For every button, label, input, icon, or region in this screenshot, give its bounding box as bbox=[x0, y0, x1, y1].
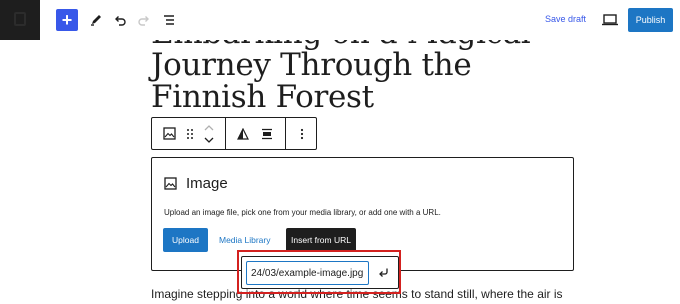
move-down-icon bbox=[204, 137, 214, 143]
drag-handle[interactable] bbox=[182, 118, 198, 149]
preview-button[interactable] bbox=[601, 12, 619, 28]
drag-handle-icon bbox=[187, 128, 193, 139]
duotone-icon bbox=[237, 127, 249, 140]
preview-icon bbox=[602, 14, 618, 26]
move-up-icon bbox=[204, 124, 214, 130]
undo-button[interactable] bbox=[109, 9, 131, 31]
wordpress-logo-icon[interactable] bbox=[0, 0, 40, 40]
align-icon bbox=[262, 128, 272, 139]
tools-button[interactable] bbox=[85, 9, 107, 31]
toolbar-divider bbox=[285, 118, 286, 149]
plus-icon: + bbox=[61, 9, 73, 30]
upload-button[interactable]: Upload bbox=[163, 228, 208, 252]
image-icon bbox=[164, 177, 177, 190]
image-block-header: Image bbox=[164, 175, 228, 192]
image-block-placeholder[interactable]: Image Upload an image file, pick one fro… bbox=[151, 157, 574, 271]
duotone-button[interactable] bbox=[232, 118, 254, 149]
image-block-title: Image bbox=[186, 175, 228, 192]
url-popover bbox=[241, 256, 399, 289]
editor-header: + Save draft Publish bbox=[0, 0, 680, 40]
align-button[interactable] bbox=[256, 118, 278, 149]
redo-icon bbox=[138, 16, 149, 26]
undo-icon bbox=[115, 16, 126, 26]
enter-icon bbox=[379, 268, 388, 277]
block-inserter-button[interactable]: + bbox=[56, 9, 78, 31]
pencil-icon bbox=[91, 15, 101, 26]
block-type-button[interactable] bbox=[156, 118, 182, 149]
post-title[interactable]: Embarking on a Magical Journey Through t… bbox=[151, 40, 571, 113]
block-toolbar bbox=[151, 117, 317, 150]
save-draft-button[interactable]: Save draft bbox=[545, 14, 586, 24]
media-library-button[interactable]: Media Library bbox=[219, 228, 271, 252]
move-up-button[interactable] bbox=[200, 120, 218, 134]
redo-button[interactable] bbox=[133, 9, 155, 31]
post-paragraph[interactable]: Imagine stepping into a world where time… bbox=[151, 287, 563, 301]
more-options-button[interactable] bbox=[290, 118, 314, 149]
more-options-icon bbox=[300, 128, 304, 139]
insert-from-url-button[interactable]: Insert from URL bbox=[286, 228, 356, 252]
toolbar-divider bbox=[225, 118, 226, 149]
image-url-input[interactable] bbox=[246, 261, 369, 285]
list-view-button[interactable] bbox=[158, 9, 180, 31]
image-block-instructions: Upload an image file, pick one from your… bbox=[164, 208, 441, 217]
publish-button[interactable]: Publish bbox=[628, 8, 673, 32]
move-down-button[interactable] bbox=[200, 133, 218, 147]
list-view-icon bbox=[164, 15, 174, 25]
image-block-icon bbox=[162, 127, 176, 140]
apply-url-button[interactable] bbox=[374, 263, 394, 283]
